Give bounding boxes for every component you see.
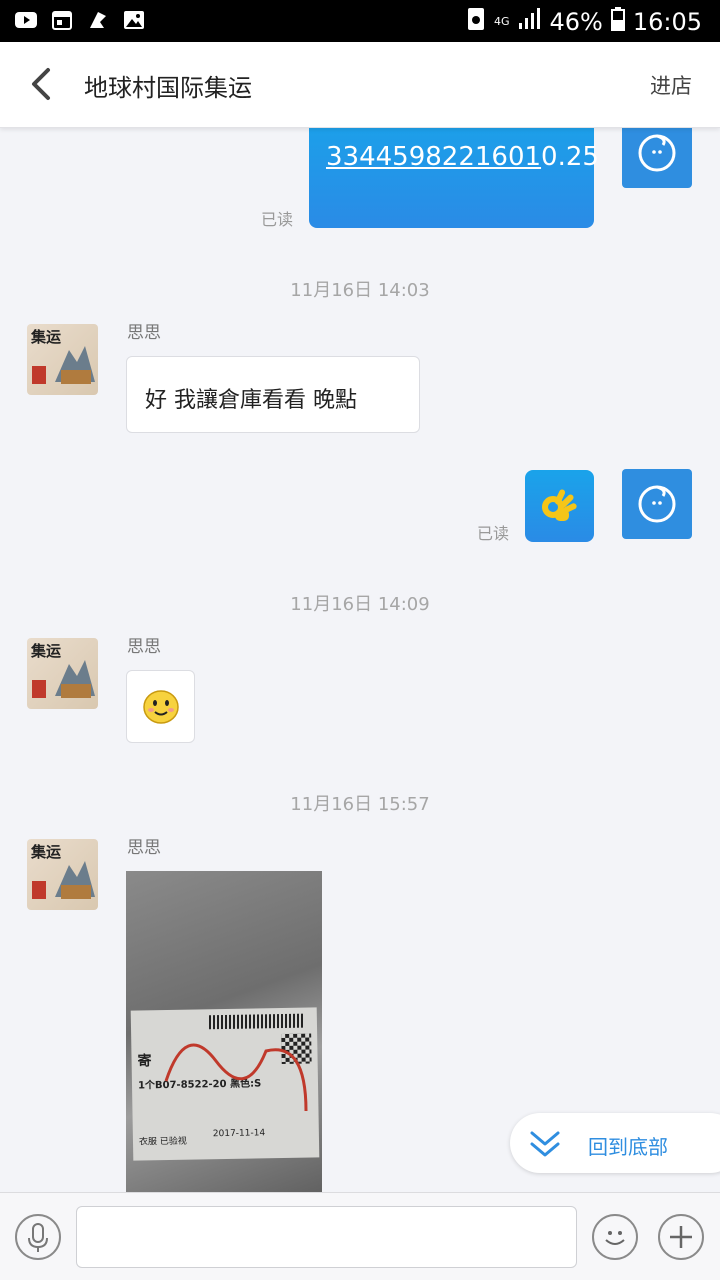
battery-icon [610, 7, 625, 37]
tracking-number-link[interactable]: 3344598221601 [326, 142, 541, 172]
emoji-button[interactable] [592, 1214, 638, 1260]
shop-avatar[interactable]: 集运 [27, 324, 98, 395]
incoming-photo-message[interactable]: 寄 1个B07-8522-20 黑色:S 衣服 已验视 2017-11-14 [126, 871, 322, 1192]
red-pen-marking [164, 1043, 308, 1112]
sender-name: 思思 [127, 323, 161, 343]
signal-icon [517, 7, 541, 37]
message-timestamp: 11月16日 14:03 [290, 280, 430, 301]
self-avatar[interactable] [622, 469, 692, 539]
message-text: 好 我讓倉庫看看 晚點 [145, 388, 357, 413]
chat-header: 地球村国际集运 进店 [0, 42, 720, 128]
shop-avatar[interactable]: 集运 [27, 638, 98, 709]
sender-name: 思思 [127, 637, 161, 657]
message-list[interactable]: 33445982216010.25 已读 11月16日 14:03 集运 思思 … [0, 128, 720, 1192]
smiley-emoji-icon [143, 690, 179, 724]
read-receipt: 已读 [477, 524, 510, 543]
back-button[interactable] [20, 62, 64, 106]
ok-hand-emoji-icon [542, 489, 577, 521]
clock: 16:05 [632, 8, 702, 36]
chat-face-icon [638, 485, 676, 523]
incoming-emoji-bubble[interactable] [126, 670, 195, 743]
outgoing-emoji-bubble[interactable] [525, 470, 594, 542]
calendar-icon [50, 8, 74, 32]
more-button[interactable] [658, 1214, 704, 1260]
message-timestamp: 11月16日 14:09 [290, 594, 430, 615]
network-type: 4G [493, 15, 510, 28]
status-bar: 4G 46% 16:05 [0, 0, 720, 42]
input-bar [0, 1192, 720, 1280]
message-input[interactable] [76, 1206, 577, 1268]
message-text: 0.25 [541, 142, 599, 172]
back-to-bottom-label: 回到底部 [588, 1135, 668, 1159]
read-receipt: 已读 [261, 210, 294, 229]
back-to-bottom-button[interactable]: 回到底部 [510, 1113, 720, 1173]
plus-icon [670, 1226, 692, 1248]
battery-percent: 46% [549, 8, 603, 36]
voice-button[interactable] [15, 1214, 61, 1260]
message-timestamp: 11月16日 15:57 [290, 794, 430, 815]
youtube-icon [14, 8, 38, 32]
image-icon [122, 8, 146, 32]
chevron-left-icon [32, 68, 50, 100]
smiley-icon [605, 1231, 625, 1245]
app-notification-icon [86, 8, 110, 32]
shop-avatar[interactable]: 集运 [27, 839, 98, 910]
enter-store-button[interactable]: 进店 [650, 70, 692, 100]
sender-name: 思思 [127, 838, 161, 858]
recycle-icon [466, 6, 486, 38]
incoming-text-bubble[interactable]: 好 我讓倉庫看看 晚點 [126, 356, 420, 433]
outgoing-text-bubble[interactable]: 33445982216010.25 [309, 128, 599, 228]
double-chevron-down-icon [530, 1131, 560, 1157]
self-avatar[interactable] [622, 128, 692, 188]
chat-face-icon [638, 134, 676, 172]
page-title: 地球村国际集运 [84, 74, 252, 102]
microphone-icon [28, 1223, 48, 1252]
